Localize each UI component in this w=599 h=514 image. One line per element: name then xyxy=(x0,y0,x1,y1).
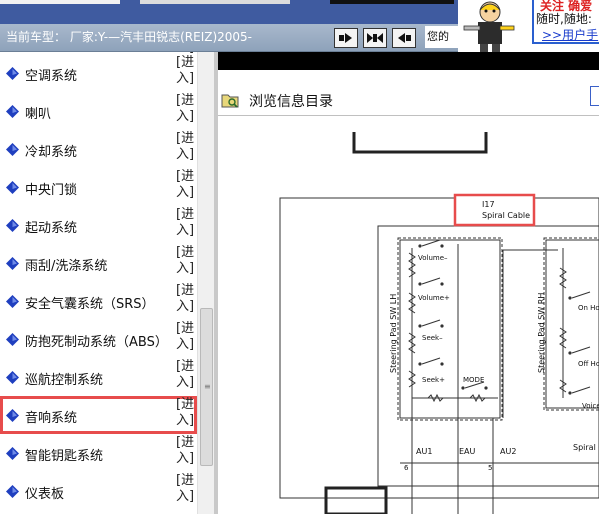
diamond-icon xyxy=(6,409,19,422)
wire-label: Spiral C xyxy=(573,443,599,452)
ad-link[interactable]: >>用户手 xyxy=(542,26,598,43)
grip-icon: ≡ xyxy=(204,382,211,391)
diamond-icon xyxy=(6,447,19,460)
sidebar-item[interactable]: 雨刮/洗涤系统 [进 入] xyxy=(0,244,197,282)
diamond-icon xyxy=(6,143,19,156)
switch-label: Voice xyxy=(582,402,599,410)
sidebar-item[interactable]: 仪表板 [进 入] xyxy=(0,472,197,510)
system-menu: 入] 空调系统[进 入]喇叭[进 入]冷却系统[进 入]中央门锁[进 入]起动系… xyxy=(0,52,197,514)
sidebar-item[interactable]: 空调系统 [进 入] xyxy=(0,54,197,92)
sidebar-item[interactable]: 智能钥匙系统 [进 入] xyxy=(0,434,197,472)
component-name: Spiral Cable xyxy=(482,211,530,220)
sidebar-scrollbar[interactable]: ≡ xyxy=(197,52,214,514)
sidebar-item[interactable]: 音响系统 [进 入] xyxy=(0,396,197,434)
nav-forward-button[interactable] xyxy=(334,28,358,48)
sidebar-item-label: 空调系统 xyxy=(25,69,78,84)
sidebar-item[interactable]: 冷却系统 [进 入] xyxy=(0,130,197,168)
sidebar-item-label: 音响系统 xyxy=(25,411,78,426)
enter-link[interactable]: [进 入] xyxy=(176,435,194,467)
sidebar-item[interactable]: 中央门锁 [进 入] xyxy=(0,168,197,206)
diamond-icon xyxy=(6,219,19,232)
sidebar-item-label: 巡航控制系统 xyxy=(25,373,104,388)
enter-link[interactable]: [进 入] xyxy=(176,169,194,201)
browse-bar: 浏览信息目录 xyxy=(218,86,599,116)
sidebar-item-label: 仪表板 xyxy=(25,487,65,502)
enter-link[interactable]: [进 入] xyxy=(176,397,194,429)
switch-label: Volume+ xyxy=(418,294,450,302)
corner-marker xyxy=(590,86,599,106)
sidebar-item[interactable]: 喇叭 [进 入] xyxy=(0,92,197,130)
enter-link[interactable]: [进 入] xyxy=(176,283,194,315)
nav-buttons xyxy=(334,28,416,48)
sidebar-item[interactable]: 安全气囊系统（SRS） [进 入] xyxy=(0,282,197,320)
enter-link[interactable]: [进 入] xyxy=(176,55,194,87)
enter-link[interactable]: [进 入] xyxy=(176,359,194,391)
switch-label: On Ho xyxy=(578,304,599,312)
wire-label: AU2 xyxy=(500,447,516,456)
enter-link[interactable]: [进 入] xyxy=(176,207,194,239)
wire-label: AU1 xyxy=(416,447,432,456)
left-pad-label: Steering Pad SW LH xyxy=(389,294,398,373)
pin-number: 6 xyxy=(404,464,409,472)
sidebar-item-label: 喇叭 xyxy=(25,107,52,122)
strip-segment xyxy=(140,0,290,4)
nav-forward-icon xyxy=(339,33,352,43)
sidebar-item-label: 雨刮/洗涤系统 xyxy=(25,259,108,274)
browse-title: 浏览信息目录 xyxy=(249,94,333,110)
enter-link[interactable]: [进 入] xyxy=(176,131,194,163)
diamond-icon xyxy=(6,67,19,80)
sidebar-item-label: 安全气囊系统（SRS） xyxy=(25,297,155,312)
wiring-diagram: I17 Spiral Cable Steering Pad SW LH Stee… xyxy=(279,132,599,514)
diamond-icon xyxy=(6,295,19,308)
ad-banner[interactable]: 关注 确爱 随时,随地: >>用户手 xyxy=(458,0,599,52)
main-top-bar xyxy=(218,52,599,70)
header-partial-text: 您的 xyxy=(425,26,459,48)
pin-number: 5 xyxy=(488,464,492,472)
nav-toggle-button[interactable] xyxy=(363,28,387,48)
nav-back-button[interactable] xyxy=(392,28,416,48)
diamond-icon xyxy=(6,257,19,270)
sidebar-item-label: 智能钥匙系统 xyxy=(25,449,104,464)
wire-label: EAU xyxy=(459,447,476,456)
sidebar-item[interactable]: 起动系统 [进 入] xyxy=(0,206,197,244)
sidebar-item-label: 冷却系统 xyxy=(25,145,78,160)
enter-link[interactable]: [进 入] xyxy=(176,93,194,125)
enter-link[interactable]: [进 入] xyxy=(176,473,194,505)
nav-back-icon xyxy=(398,33,411,43)
folder-icon[interactable] xyxy=(221,92,239,108)
car-info-bar: 当前车型： 厂家:Y-—汽丰田锐志(REIZ)2005- 您的 xyxy=(0,24,459,52)
mascot-icon xyxy=(463,1,515,52)
sidebar-item-label: 中央门锁 xyxy=(25,183,78,198)
switch-label: Seek– xyxy=(422,334,443,342)
main-panel: 浏览信息目录 I17 Spiral Cable Steering Pad SW … xyxy=(218,52,599,514)
strip-segment xyxy=(330,0,454,4)
enter-link[interactable]: [进 入] xyxy=(176,321,194,353)
sidebar-item-label: 起动系统 xyxy=(25,221,78,236)
car-type-label: 当前车型： 厂家:Y-—汽丰田锐志(REIZ)2005- xyxy=(6,30,253,44)
switch-label: Off Ho xyxy=(578,360,599,368)
component-id: I17 xyxy=(482,200,495,209)
ad-subline: 随时,随地: xyxy=(536,12,592,26)
enter-link[interactable]: [进 入] xyxy=(176,245,194,277)
right-pad-label: Steering Pad SW RH xyxy=(537,293,546,373)
nav-expand-icon xyxy=(367,33,383,43)
diamond-icon xyxy=(6,485,19,498)
diamond-icon xyxy=(6,333,19,346)
sidebar-item[interactable]: 防抱死制动系统（ABS） [进 入] xyxy=(0,320,197,358)
sidebar-item-label: 防抱死制动系统（ABS） xyxy=(25,335,168,350)
strip-segment xyxy=(0,0,120,4)
diamond-icon xyxy=(6,105,19,118)
switch-label: Seek+ xyxy=(422,376,445,384)
diamond-icon xyxy=(6,181,19,194)
diamond-icon xyxy=(6,371,19,384)
switch-label: Volume– xyxy=(418,254,448,262)
sidebar-item[interactable]: 巡航控制系统 [进 入] xyxy=(0,358,197,396)
scrollbar-thumb[interactable]: ≡ xyxy=(200,308,213,466)
